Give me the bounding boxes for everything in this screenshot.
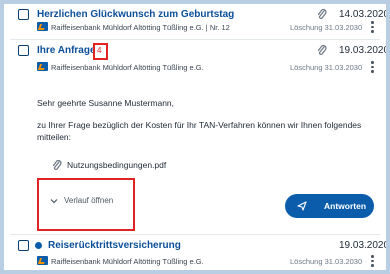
deletion-date: Löschung 31.03.2030 [290, 257, 363, 266]
bank-logo-icon [37, 62, 48, 71]
attachment-filename[interactable]: Nutzungsbedingungen.pdf [67, 159, 166, 171]
message-body-line: mitteilen: [37, 132, 72, 142]
deletion-date: Löschung 31.03.2030 [290, 63, 363, 72]
expand-history-button[interactable]: Verlauf öffnen [50, 196, 113, 205]
unread-indicator [35, 242, 42, 249]
divider [10, 234, 380, 235]
bank-logo-icon [37, 256, 48, 265]
bank-logo-icon [37, 22, 48, 31]
message-title[interactable]: Reiserücktrittsversicherung [48, 240, 181, 251]
chevron-down-icon [50, 198, 58, 203]
message-greeting: Sehr geehrte Susanne Mustermann, [37, 98, 175, 108]
send-icon [297, 201, 307, 211]
bank-name: Raiffeisenbank Mühldorf Altötting Tüßlin… [51, 23, 230, 32]
paperclip-icon [52, 159, 62, 170]
message-date: 19.03.2020 [339, 45, 390, 56]
bank-name: Raiffeisenbank Mühldorf Altötting Tüßlin… [51, 63, 204, 72]
select-checkbox[interactable] [18, 9, 29, 20]
paperclip-icon [317, 8, 327, 19]
expand-history-label: Verlauf öffnen [64, 196, 114, 205]
select-checkbox[interactable] [18, 240, 29, 251]
message-body-line: zu Ihrer Frage bezüglich der Kosten für … [37, 120, 362, 130]
reply-button[interactable]: Antworten [285, 194, 374, 218]
more-options-icon[interactable] [371, 255, 374, 267]
message-date: 14.03.2020 [339, 9, 390, 20]
message-title[interactable]: Herzlichen Glückwunsch zum Geburtstag [37, 9, 234, 20]
thread-count-badge: 4 [97, 46, 102, 55]
mailbox-frame: Herzlichen Glückwunsch zum Geburtstag 14… [0, 0, 390, 274]
deletion-date: Löschung 31.03.2030 [290, 23, 363, 32]
select-checkbox[interactable] [18, 45, 29, 56]
message-date: 19.03.2020 [339, 240, 390, 251]
message-title[interactable]: Ihre Anfrage [37, 45, 96, 56]
more-options-icon[interactable] [371, 61, 374, 73]
more-options-icon[interactable] [371, 21, 374, 33]
paperclip-icon [317, 44, 327, 55]
divider [10, 39, 380, 40]
bank-name: Raiffeisenbank Mühldorf Altötting Tüßlin… [51, 257, 204, 266]
reply-button-label: Antworten [324, 201, 367, 211]
